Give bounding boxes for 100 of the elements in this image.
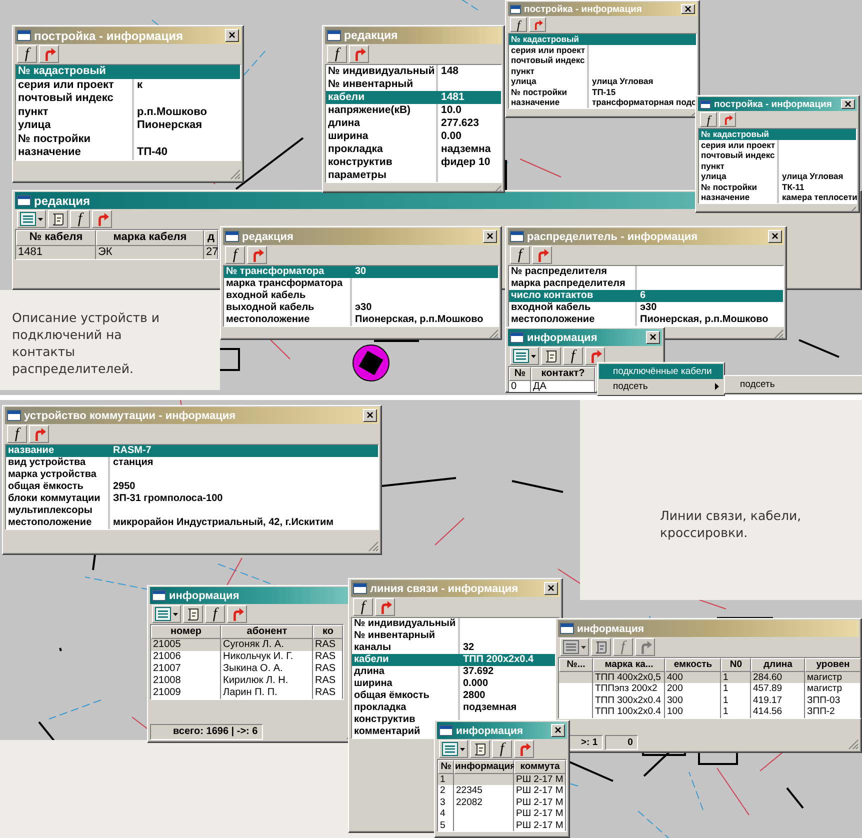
property-row[interactable]: улица улица Угловая — [509, 76, 654, 86]
function-button[interactable]: f — [205, 605, 225, 623]
return-button[interactable] — [227, 605, 247, 623]
column-header[interactable]: № — [438, 760, 454, 774]
function-button[interactable]: f — [492, 740, 512, 758]
property-row[interactable]: выходной кабель э30 — [224, 302, 372, 314]
property-row[interactable]: общая ёмкость 2800 — [352, 690, 486, 702]
property-row[interactable]: № постройки ТК-11 — [699, 182, 804, 192]
close-button[interactable]: × — [483, 230, 497, 243]
function-button[interactable]: f — [7, 425, 27, 443]
close-button[interactable]: × — [681, 4, 695, 14]
table-row[interactable]: 2 22345 РШ 2-17 М — [438, 785, 566, 796]
table-row[interactable]: 21006 Никольчук И. Г. RAS — [151, 651, 343, 663]
property-row[interactable]: № индивидуальный 148 — [326, 65, 459, 78]
function-button[interactable]: f — [353, 598, 373, 616]
table-row[interactable]: 21008 Кирилюк Л. Н. RAS — [151, 675, 343, 687]
return-button[interactable] — [29, 425, 49, 443]
column-header[interactable]: №... — [559, 658, 593, 672]
return-button[interactable] — [514, 740, 534, 758]
property-row[interactable]: пункт р.п.Мошково — [16, 106, 207, 119]
property-row[interactable]: № постройки ТП-15 — [509, 86, 616, 97]
table-row[interactable]: ТПП 100x2x0.4 100 1 414.56 ЗПП-2 — [559, 706, 861, 718]
property-row[interactable]: ширина 0.00 — [326, 130, 462, 143]
table-row[interactable]: 5 РШ 2-17 М — [438, 820, 566, 831]
return-button[interactable] — [585, 347, 605, 365]
column-header[interactable]: N0 — [721, 658, 751, 672]
property-row[interactable]: местоположение Пионерская, р.п.Мошково — [509, 314, 768, 326]
column-header[interactable]: номер — [151, 625, 221, 639]
property-row[interactable]: длина 37.692 — [352, 666, 494, 678]
column-header[interactable]: д — [204, 230, 218, 246]
property-row[interactable]: назначение ТП-40 — [16, 146, 168, 160]
function-button[interactable]: f — [510, 17, 527, 32]
function-button[interactable]: f — [17, 45, 37, 63]
property-row[interactable]: № трансформатора 30 — [224, 266, 498, 278]
table-row[interactable]: 21005 Сугоняк Л. А. RAS — [151, 639, 343, 651]
property-row[interactable]: общая ёмкость 2950 — [6, 481, 136, 493]
column-header[interactable]: контакт? — [531, 367, 595, 381]
table-row[interactable]: 1 РШ 2-17 М — [438, 774, 566, 785]
property-row[interactable]: назначение трансформаторная подс — [509, 97, 696, 108]
column-header[interactable]: коммута — [514, 760, 566, 774]
property-row[interactable]: назначение камера теплосети — [699, 192, 858, 202]
column-header[interactable]: уровен — [805, 658, 861, 672]
table-row[interactable]: ТПП 400x2x0,5 400 1 284.60 магистр — [559, 672, 861, 683]
property-row[interactable]: каналы 32 — [352, 642, 474, 654]
menu-item[interactable]: подключённые кабели — [599, 364, 723, 379]
table-row[interactable]: ТППэпз 200x2 200 1 457.89 магистр — [559, 683, 861, 694]
list-view-button[interactable] — [510, 347, 539, 365]
function-button[interactable]: f — [327, 45, 347, 63]
property-row[interactable]: № кадастровый — [699, 129, 856, 140]
property-row[interactable]: входной кабель э30 — [509, 302, 657, 314]
property-row[interactable]: № кадастровый — [16, 65, 240, 78]
return-button[interactable] — [92, 210, 112, 228]
function-button[interactable]: f — [700, 112, 717, 127]
return-button[interactable] — [529, 17, 546, 32]
column-header[interactable]: абонент — [221, 625, 313, 639]
return-button[interactable] — [39, 45, 59, 63]
property-row[interactable]: ширина 0.000 — [352, 678, 488, 690]
return-button[interactable] — [375, 598, 395, 616]
scroll-button[interactable] — [470, 740, 490, 758]
property-row[interactable]: вид устройства станция — [6, 457, 154, 469]
property-row[interactable]: кабели 1481 — [326, 91, 501, 104]
close-button[interactable]: × — [544, 582, 558, 595]
column-header[interactable]: № — [509, 367, 531, 381]
property-row[interactable]: число контактов 6 — [509, 290, 783, 302]
column-header[interactable]: длина — [751, 658, 805, 672]
return-button[interactable] — [719, 112, 736, 127]
function-button[interactable]: f — [70, 210, 90, 228]
column-header[interactable]: ко — [313, 625, 343, 639]
return-button[interactable] — [532, 246, 552, 264]
property-row[interactable]: блоки коммутации ЗП-31 громполоса-100 — [6, 493, 223, 505]
property-row[interactable]: напряжение(кВ) 10.0 — [326, 104, 462, 117]
menu-item[interactable]: подсеть — [726, 377, 862, 392]
table-row[interactable]: 21009 Ларин П. П. RAS — [151, 687, 343, 699]
property-row[interactable]: местоположение микрорайон Индустриальный, 42, г.Искитим — [6, 517, 334, 529]
close-button[interactable]: × — [841, 99, 855, 109]
property-row[interactable]: длина 277.623 — [326, 117, 479, 130]
column-header[interactable]: № кабеля — [16, 230, 96, 246]
function-button[interactable]: f — [510, 246, 530, 264]
property-row[interactable]: местоположение Пионерская, р.п.Мошково — [224, 314, 484, 326]
table-row[interactable]: 21007 Зыкина О. А. RAS — [151, 663, 343, 675]
property-row[interactable]: название RASM-7 — [6, 445, 378, 457]
property-row[interactable]: прокладка подземная — [352, 702, 517, 714]
return-button[interactable] — [349, 45, 369, 63]
list-view-button[interactable] — [17, 210, 46, 228]
close-button[interactable]: × — [646, 331, 660, 344]
close-button[interactable]: × — [551, 724, 565, 737]
scroll-button[interactable] — [183, 605, 203, 623]
function-button[interactable]: f — [225, 246, 245, 264]
menu-item[interactable]: подсеть — [599, 379, 723, 394]
list-view-button[interactable] — [152, 605, 181, 623]
property-row[interactable]: улица улица Угловая — [699, 171, 844, 182]
close-button[interactable]: × — [225, 29, 239, 42]
table-row[interactable]: 3 22082 РШ 2-17 М — [438, 796, 566, 808]
list-view-button[interactable] — [439, 740, 468, 758]
table-row[interactable]: 0 ДА — [509, 381, 595, 392]
scroll-button[interactable] — [541, 347, 561, 365]
close-button[interactable]: × — [768, 230, 782, 243]
column-header[interactable]: информация — [454, 760, 514, 774]
column-header[interactable]: емкость — [665, 658, 721, 672]
property-row[interactable]: прокладка надземна — [326, 143, 491, 156]
